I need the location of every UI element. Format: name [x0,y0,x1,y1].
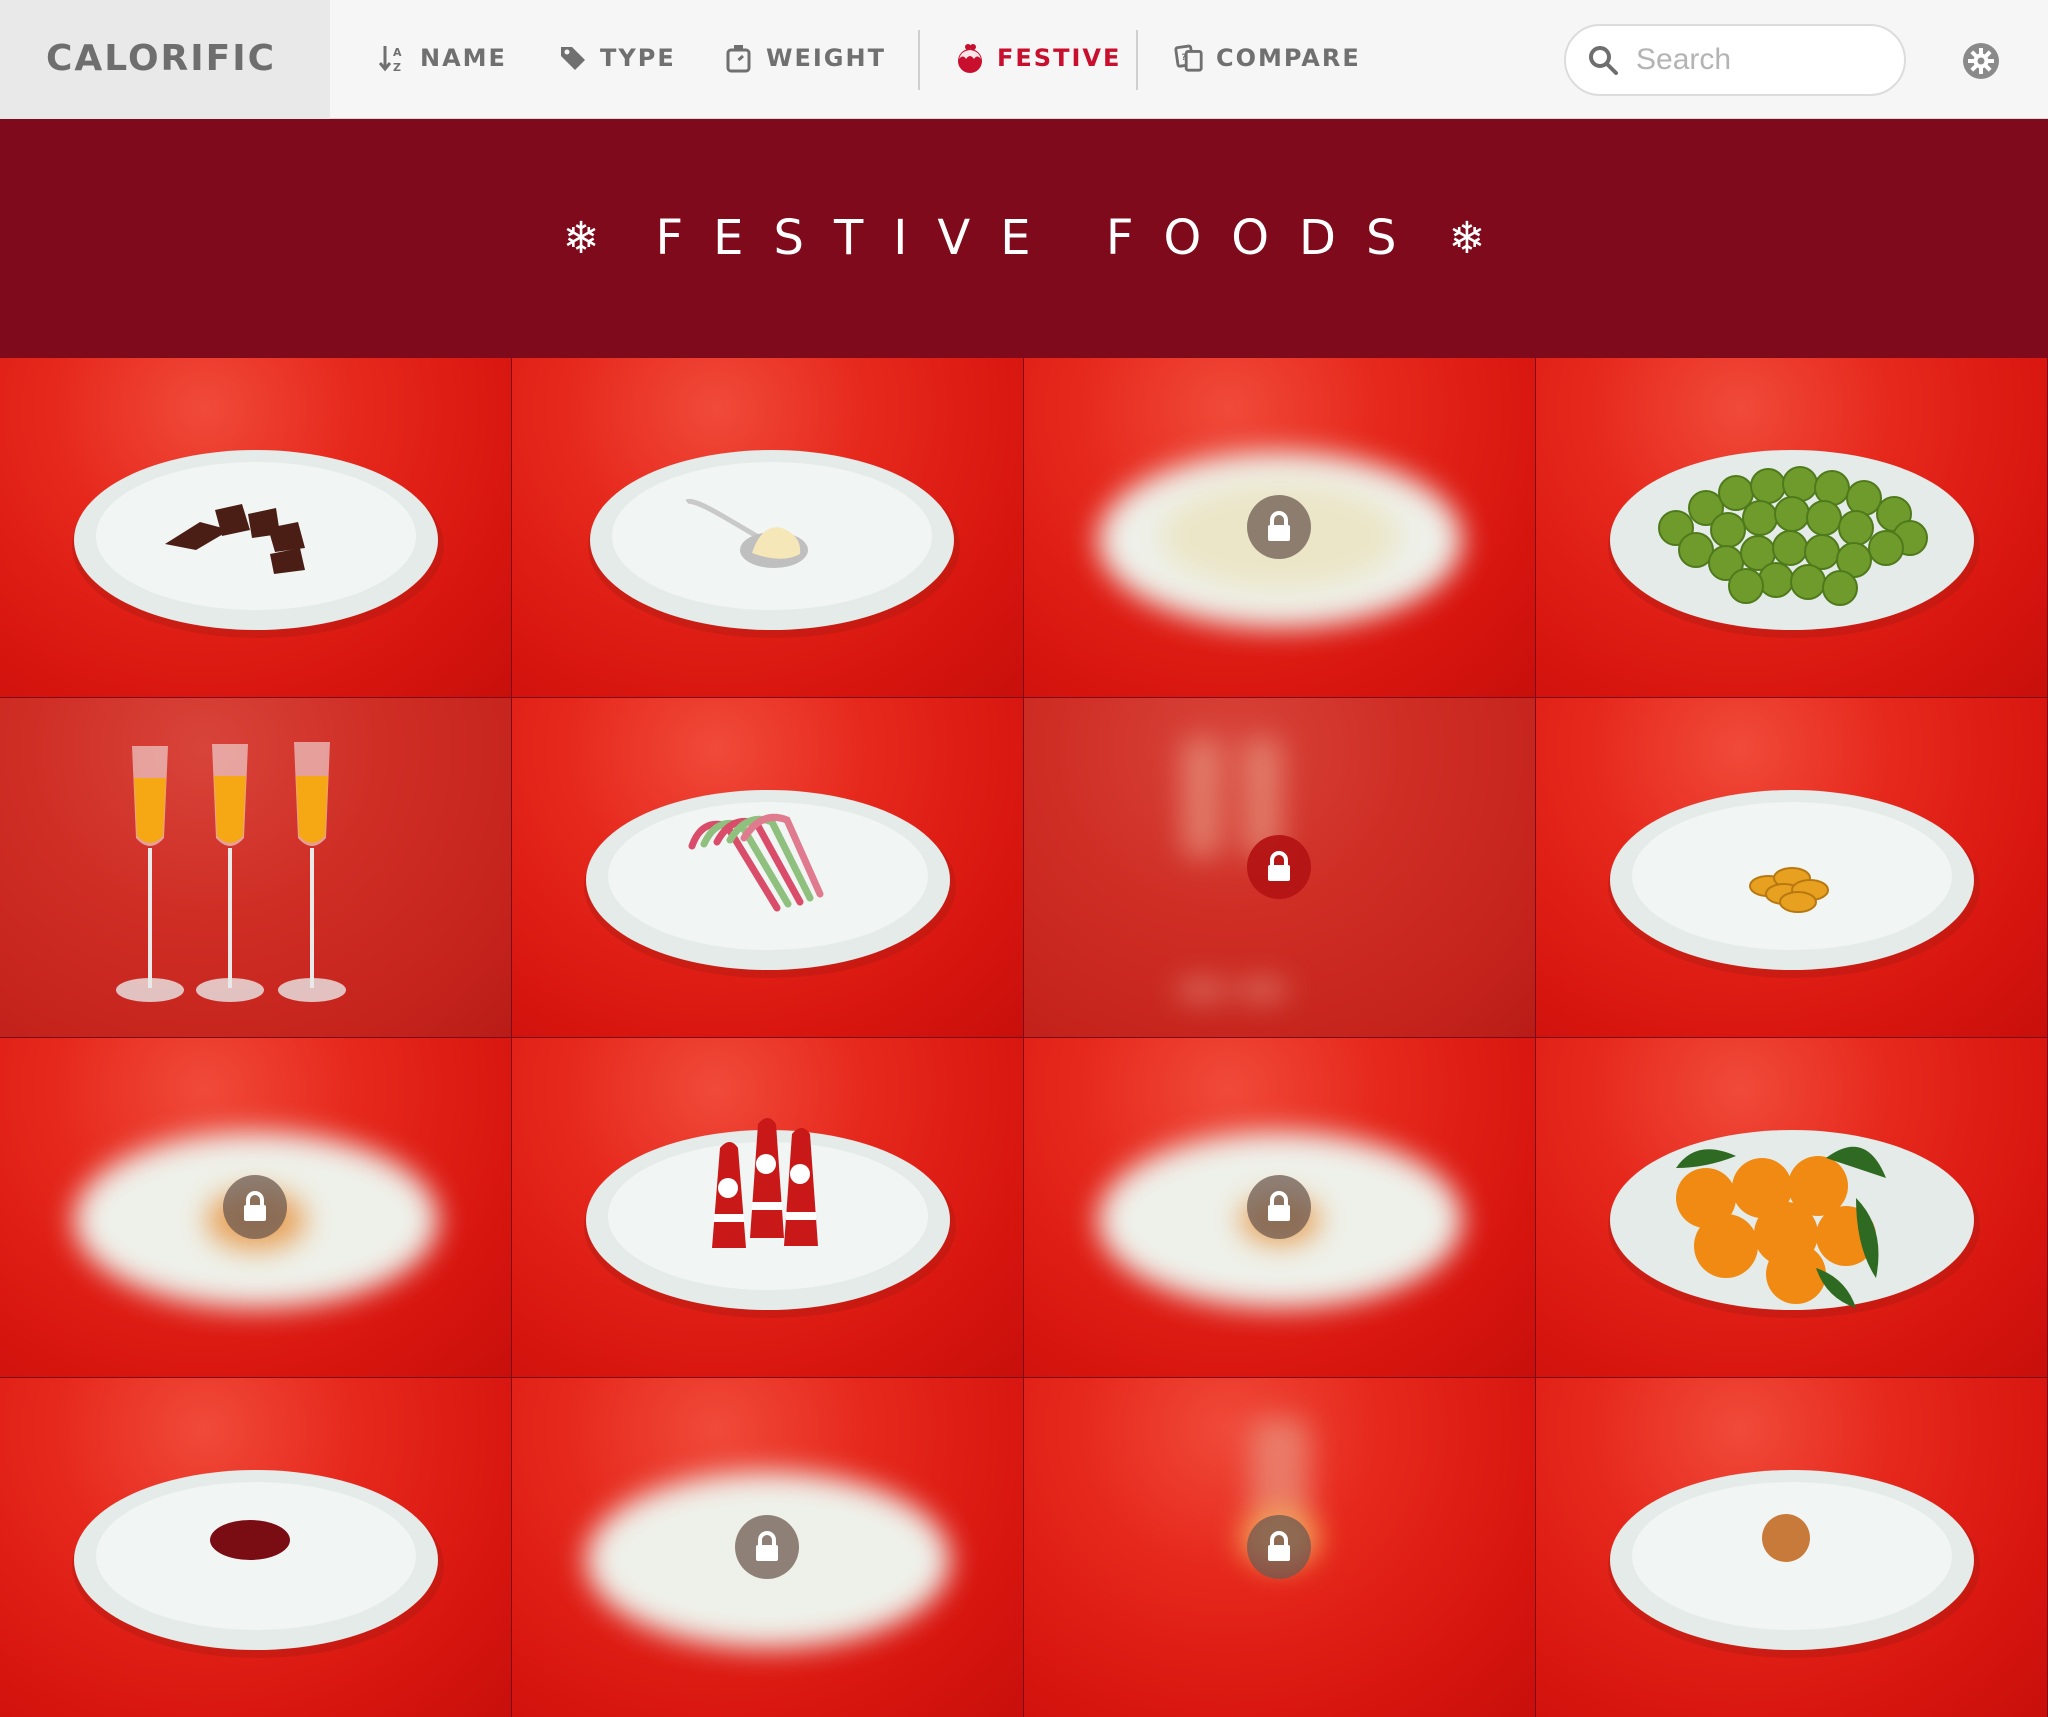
food-tile-locked[interactable] [1024,1038,1535,1377]
brandy-butter-image [588,450,960,638]
satsumas-image [1608,1130,1980,1318]
food-tile-satsumas[interactable] [1536,1038,2047,1377]
search-icon [1589,46,1618,75]
nav-festive-label: FESTIVE [997,44,1122,72]
app-logo[interactable]: CALORIFIC [46,38,276,79]
tag-icon [561,47,585,70]
logo-area[interactable]: CALORIFIC [0,0,330,119]
top-bar: CALORIFIC A Z NAME TYPE WEIGHT FESTIVE ?… [0,0,2048,119]
sort-az-icon: A Z [378,46,404,74]
food-tile-locked[interactable] [1024,698,1535,1037]
lock-icon [1247,495,1311,559]
nav-festive[interactable]: FESTIVE [955,38,1121,78]
svg-text:A: A [393,46,404,59]
cranberry-sauce-image [72,1470,444,1658]
lock-icon [1247,835,1311,899]
snowflake-icon: ❄ [562,213,600,263]
lock-icon [223,1175,287,1239]
brussels-sprouts-image [1608,450,1980,638]
chocolate-coins-image [1608,790,1980,978]
weight-icon [726,45,751,73]
svg-text:Z: Z [393,61,403,74]
lock-icon [1247,1515,1311,1579]
nav-compare[interactable]: ? COMPARE [1174,38,1361,78]
search-input[interactable] [1634,42,1878,78]
nav-divider [1136,30,1138,90]
nav-name-label: NAME [420,44,507,72]
food-tile-locked[interactable] [1024,1378,1535,1717]
food-tile-chocolate-santas[interactable] [512,1038,1023,1377]
category-banner: ❄ FESTIVE FOODS ❄ [0,120,2048,358]
food-tile-locked[interactable] [1024,358,1535,697]
svg-text:?: ? [1182,52,1189,62]
compare-cards-icon: ? [1174,44,1203,72]
chocolate-santas-image [584,1118,956,1318]
candy-canes-image [584,790,956,978]
banner-title: FESTIVE FOODS [655,210,1427,266]
bucks-fizz-image [116,742,346,1002]
food-tile-brussels-sprouts[interactable] [1536,358,2047,697]
nav-weight[interactable]: WEIGHT [724,38,886,78]
lock-icon [1247,1175,1311,1239]
food-tile-locked[interactable] [512,1378,1023,1717]
food-tile-locked[interactable] [0,1038,511,1377]
nav-type[interactable]: TYPE [558,38,676,78]
nav-name[interactable]: A Z NAME [378,38,507,78]
food-tile-chocolate-mints[interactable] [0,358,511,697]
nav-compare-label: COMPARE [1216,44,1361,72]
food-tile-gingerbread-man[interactable] [1536,1378,2047,1717]
nav-divider [918,30,920,90]
gear-icon[interactable] [1962,42,2000,80]
food-tile-chocolate-coins[interactable] [1536,698,2047,1037]
food-tile-bucks-fizz[interactable] [0,698,511,1037]
chocolate-mints-image [72,450,444,638]
nav-type-label: TYPE [600,44,676,72]
pudding-icon [958,44,982,73]
food-tile-brandy-butter[interactable] [512,358,1023,697]
gingerbread-man-image [1608,1470,1980,1658]
food-tile-candy-canes[interactable] [512,698,1023,1037]
snowflake-icon: ❄ [1448,213,1486,263]
search-box[interactable] [1564,24,1906,96]
food-tile-cranberry-sauce[interactable] [0,1378,511,1717]
nav-weight-label: WEIGHT [766,44,886,72]
lock-icon [735,1515,799,1579]
